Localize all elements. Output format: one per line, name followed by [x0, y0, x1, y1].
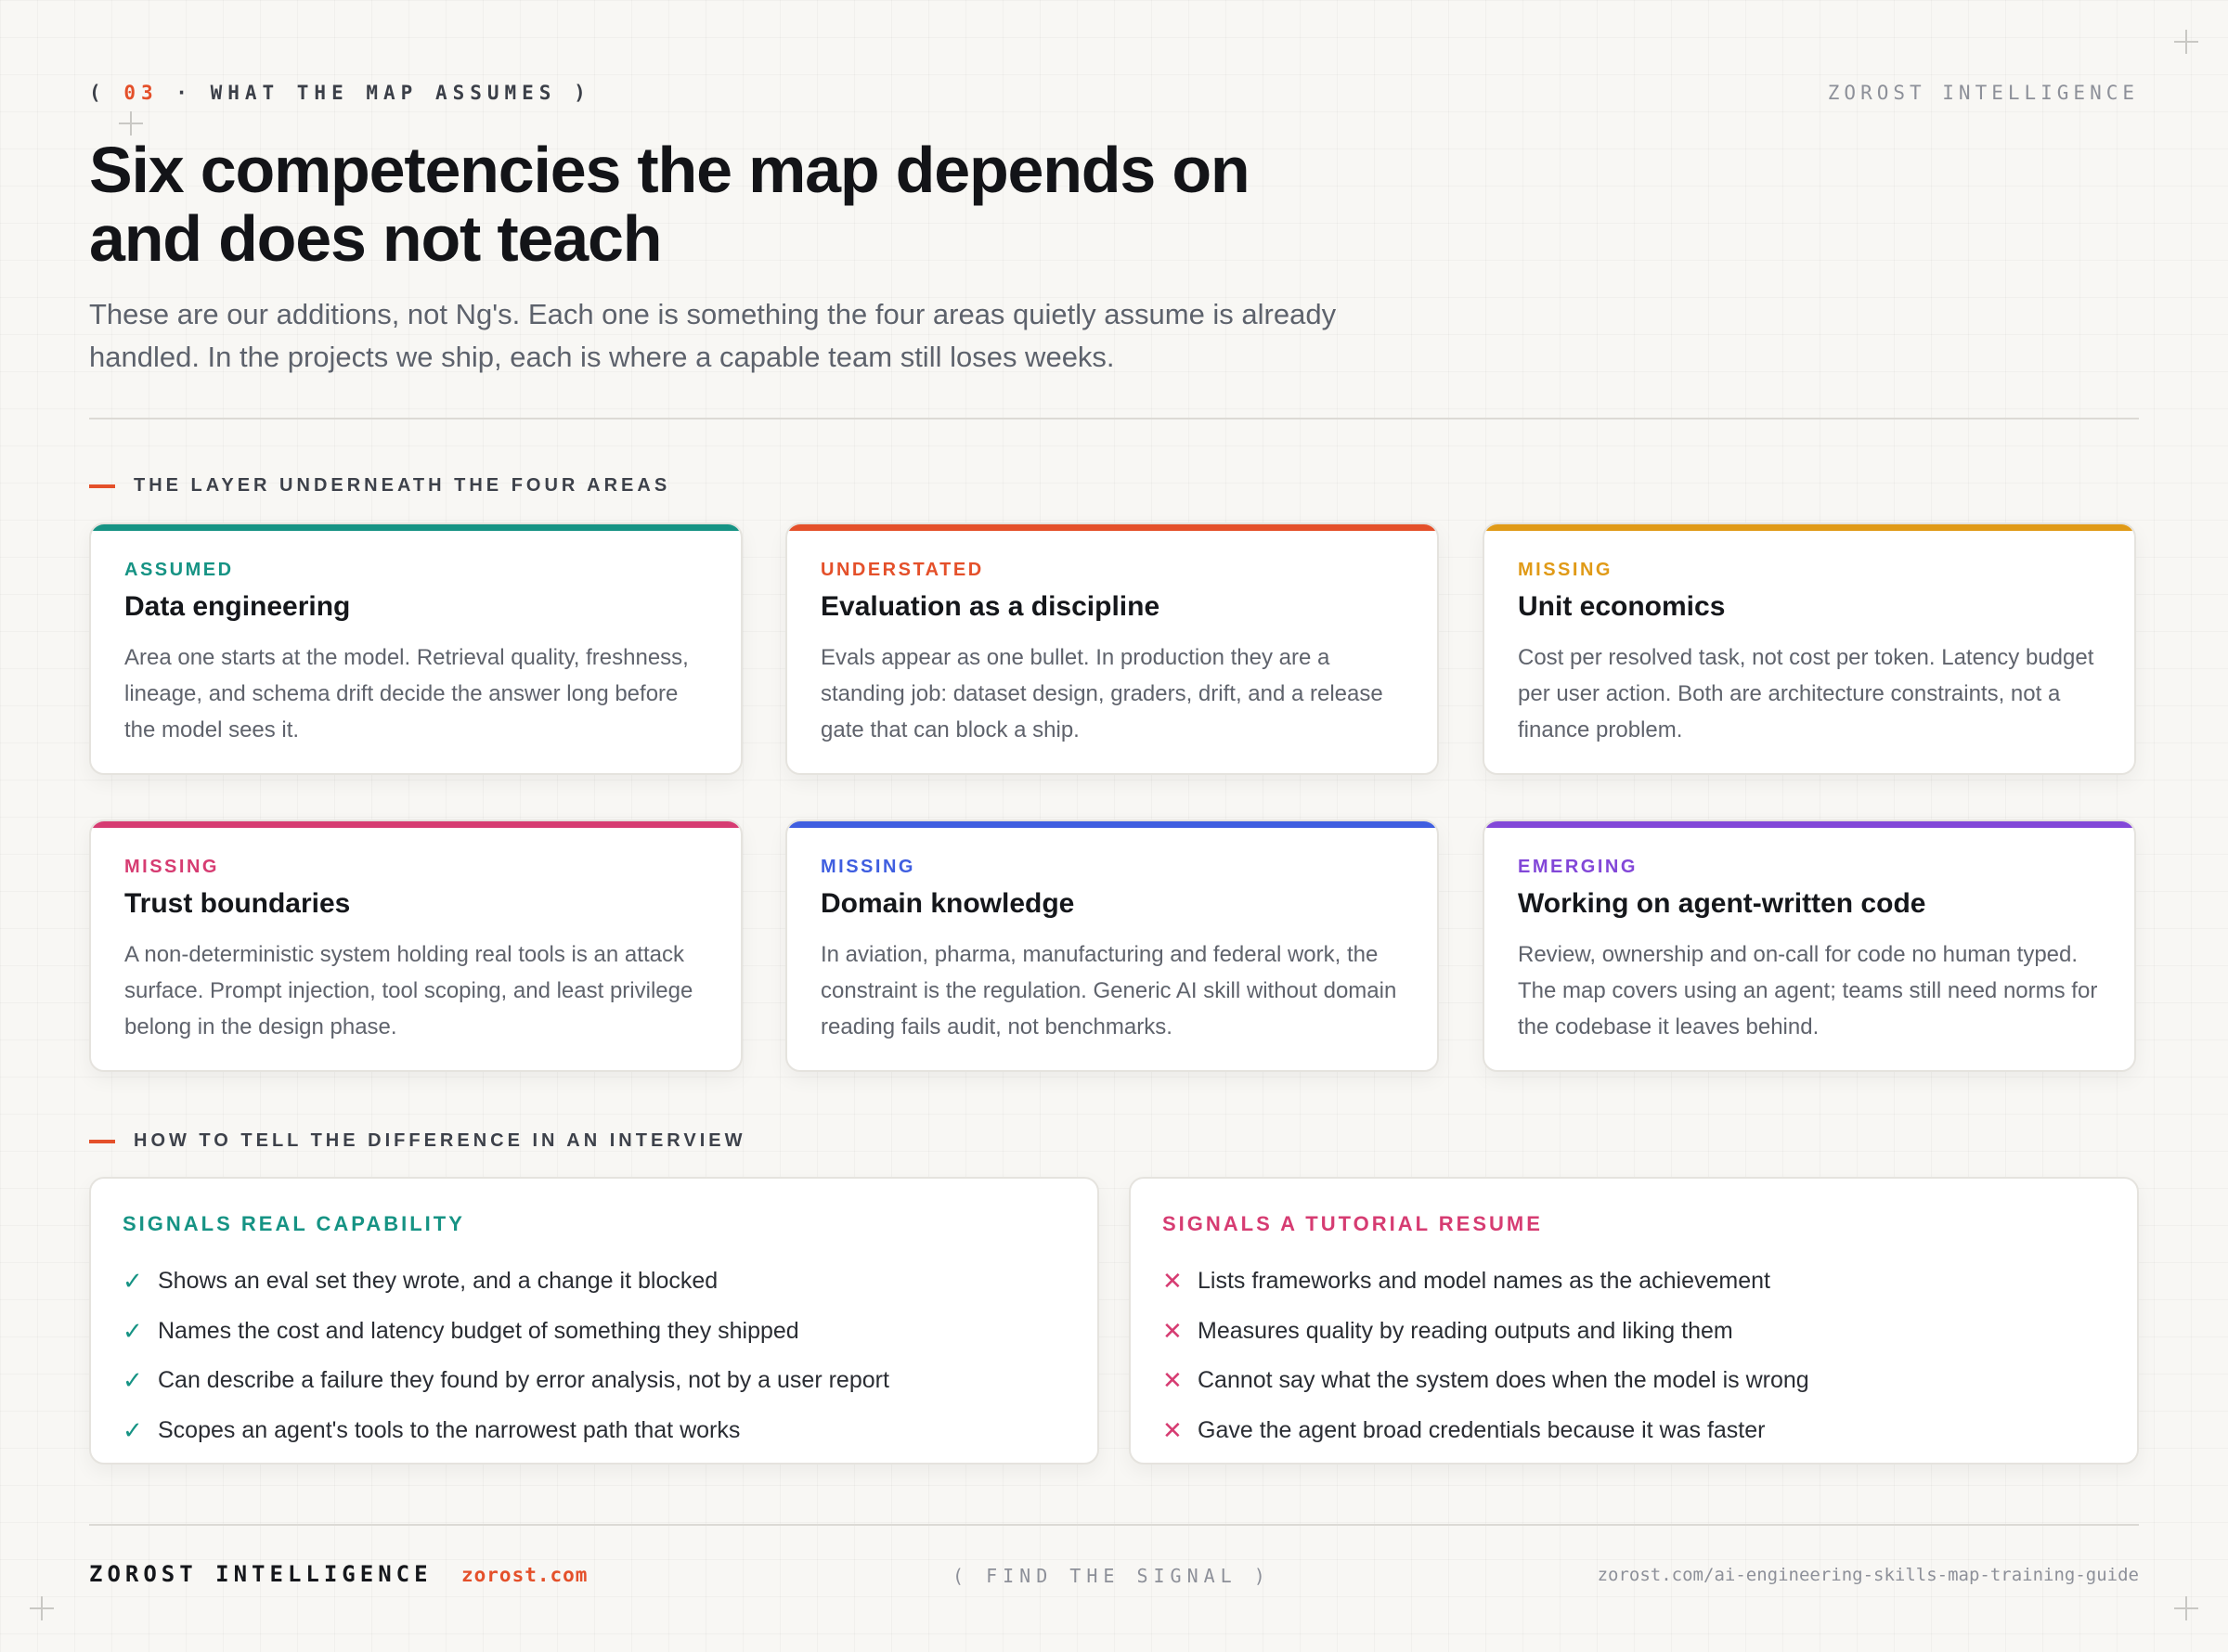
signal-item: ✕ Lists frameworks and model names as the…	[1162, 1257, 1809, 1307]
footer-brand: ZOROST INTELLIGENCE	[89, 1561, 433, 1587]
section-number: 03	[123, 82, 159, 104]
check-icon: ✓	[123, 1316, 143, 1345]
competency-card: MISSING Unit economics Cost per resolved t…	[1483, 523, 2136, 775]
card-title: Data engineering	[124, 591, 351, 622]
signals-tutorial-resume-panel: SIGNALS A TUTORIAL RESUME ✕ Lists framewo…	[1129, 1177, 2139, 1465]
card-tag: ASSUMED	[124, 560, 234, 580]
signal-item-text: Can describe a failure they found by err…	[158, 1367, 889, 1394]
card-title: Unit economics	[1518, 591, 1726, 622]
competency-card: ASSUMED Data engineering Area one starts a…	[89, 523, 743, 775]
dash-marker	[89, 484, 115, 488]
layer-section-label: THE LAYER UNDERNEATH THE FOUR AREAS	[89, 475, 670, 497]
signal-item-text: Cannot say what the system does when the…	[1198, 1367, 1809, 1394]
signal-item: ✓ Shows an eval set they wrote, and a cha…	[123, 1257, 889, 1307]
header-brand: ZOROST INTELLIGENCE	[1827, 82, 2139, 104]
signal-item: ✕ Measures quality by reading outputs and…	[1162, 1307, 1809, 1357]
card-body: A non-deterministic system holding real …	[124, 942, 693, 1039]
signal-item-text: Names the cost and latency budget of som…	[158, 1317, 799, 1344]
crosshair-bottom-left	[30, 1596, 54, 1620]
footer-tagline: ( FIND THE SIGNAL )	[952, 1565, 1271, 1587]
check-icon: ✓	[123, 1366, 143, 1395]
card-body: Area one starts at the model. Retrieval …	[124, 645, 689, 742]
crosshair-top-right	[2174, 30, 2198, 54]
card-tag: EMERGING	[1518, 857, 1638, 877]
competency-card: MISSING Domain knowledge In aviation, phar…	[785, 820, 1439, 1072]
signals-bad-title: SIGNALS A TUTORIAL RESUME	[1162, 1212, 1543, 1235]
competency-card: EMERGING Working on agent-written code Rev…	[1483, 820, 2136, 1072]
footer-link[interactable]: zorost.com/ai-engineering-skills-map-tra…	[1598, 1565, 2139, 1585]
card-accent-bar	[787, 524, 1437, 531]
card-tag: MISSING	[1518, 560, 1613, 580]
card-body: Cost per resolved task, not cost per tok…	[1518, 645, 2094, 742]
card-accent-bar	[1484, 524, 2134, 531]
divider-bottom	[89, 1524, 2139, 1526]
card-accent-bar	[91, 524, 741, 531]
signals-real-capability-panel: SIGNALS REAL CAPABILITY ✓ Shows an eval s…	[89, 1177, 1099, 1465]
page-subtitle: These are our additions, not Ng's. Each …	[89, 298, 1337, 373]
card-tag: MISSING	[821, 857, 915, 877]
x-icon: ✕	[1162, 1415, 1183, 1444]
competency-card: UNDERSTATED Evaluation as a discipline Eva…	[785, 523, 1439, 775]
page-title: Six competencies the map depends on and …	[89, 134, 1250, 275]
check-icon: ✓	[123, 1267, 143, 1296]
card-title: Working on agent-written code	[1518, 888, 1926, 919]
check-icon: ✓	[123, 1415, 143, 1444]
signal-item: ✕ Cannot say what the system does when th…	[1162, 1356, 1809, 1406]
signal-item: ✓ Scopes an agent's tools to the narrowes…	[123, 1406, 889, 1456]
signal-item: ✕ Gave the agent broad credentials becaus…	[1162, 1406, 1809, 1456]
signals-good-list: ✓ Shows an eval set they wrote, and a cha…	[123, 1257, 889, 1455]
card-accent-bar	[91, 821, 741, 828]
crosshair-header	[119, 111, 143, 136]
signal-item: ✓ Names the cost and latency budget of so…	[123, 1307, 889, 1357]
signals-good-title: SIGNALS REAL CAPABILITY	[123, 1212, 465, 1235]
card-tag: MISSING	[124, 857, 219, 877]
card-body: In aviation, pharma, manufacturing and f…	[821, 942, 1397, 1039]
signal-item-text: Measures quality by reading outputs and …	[1198, 1317, 1733, 1344]
card-accent-bar	[787, 821, 1437, 828]
signal-item-text: Lists frameworks and model names as the …	[1198, 1268, 1770, 1295]
card-accent-bar	[1484, 821, 2134, 828]
crosshair-bottom-right	[2174, 1596, 2198, 1620]
card-tag: UNDERSTATED	[821, 560, 984, 580]
signal-item-text: Shows an eval set they wrote, and a chan…	[158, 1268, 719, 1295]
footer-url[interactable]: zorost.com	[461, 1564, 588, 1586]
section-eyebrow: ( 03 · WHAT THE MAP ASSUMES )	[89, 82, 591, 104]
card-title: Evaluation as a discipline	[821, 591, 1160, 622]
dash-marker	[89, 1139, 115, 1143]
competency-card: MISSING Trust boundaries A non-determinist…	[89, 820, 743, 1072]
x-icon: ✕	[1162, 1267, 1183, 1296]
x-icon: ✕	[1162, 1366, 1183, 1395]
signal-item-text: Scopes an agent's tools to the narrowest…	[158, 1416, 741, 1443]
card-title: Domain knowledge	[821, 888, 1075, 919]
signal-item-text: Gave the agent broad credentials because…	[1198, 1416, 1766, 1443]
interview-section-label: HOW TO TELL THE DIFFERENCE IN AN INTERVI…	[89, 1130, 746, 1152]
divider-top	[89, 418, 2139, 419]
card-title: Trust boundaries	[124, 888, 351, 919]
card-body: Review, ownership and on-call for code n…	[1518, 942, 2098, 1039]
section-title: WHAT THE MAP ASSUMES	[210, 82, 557, 104]
signals-bad-list: ✕ Lists frameworks and model names as the…	[1162, 1257, 1809, 1455]
x-icon: ✕	[1162, 1316, 1183, 1345]
card-body: Evals appear as one bullet. In productio…	[821, 645, 1383, 742]
signal-item: ✓ Can describe a failure they found by er…	[123, 1356, 889, 1406]
